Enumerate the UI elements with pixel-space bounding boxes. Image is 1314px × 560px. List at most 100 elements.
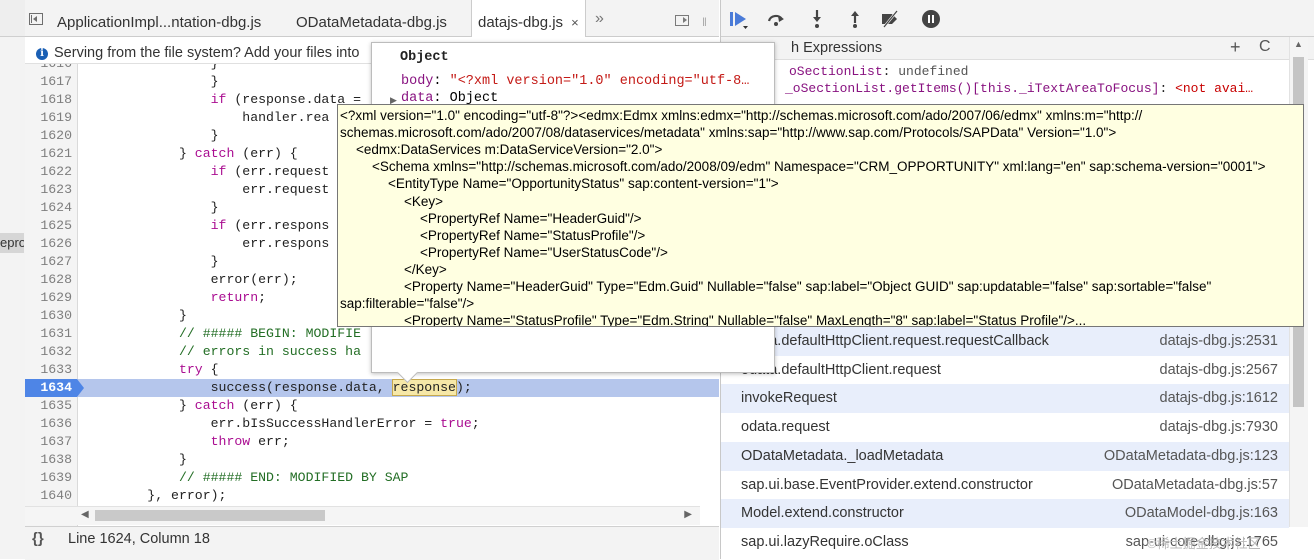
line-number[interactable]: 1625 xyxy=(25,217,72,235)
code-text: if (err.request xyxy=(210,164,330,179)
line-number[interactable]: 1636 xyxy=(25,415,72,433)
scroll-left-icon[interactable]: ◀ xyxy=(81,509,89,520)
call-frame-location[interactable]: ODataMetadata-dbg.js:57 xyxy=(1112,471,1278,500)
tooltip-xml-line: <edmx:DataServices m:DataServiceVersion=… xyxy=(356,142,663,158)
tooltip-xml-line: schemas.microsoft.com/ado/2007/08/datase… xyxy=(340,125,1117,141)
line-number[interactable]: 1616 xyxy=(25,64,72,73)
tooltip-xml-line: <?xml version="1.0" encoding="utf-8"?><e… xyxy=(340,108,1143,123)
hovered-token[interactable]: response xyxy=(391,379,457,396)
line-number[interactable]: 1618 xyxy=(25,91,72,109)
line-number[interactable]: 1639 xyxy=(25,469,72,487)
step-into-icon[interactable] xyxy=(807,9,827,29)
code-line[interactable]: 1638 } xyxy=(25,451,719,469)
scroll-up-icon[interactable]: ▲ xyxy=(1294,39,1303,49)
call-frame-location[interactable]: datajs-dbg.js:1612 xyxy=(1160,384,1279,413)
more-tabs-icon[interactable]: » xyxy=(595,10,604,28)
scroll-right-icon[interactable]: ▶ xyxy=(684,509,692,520)
refresh-icon[interactable]: C xyxy=(1259,36,1271,58)
code-text: } catch (err) { xyxy=(84,146,298,161)
call-frame-location[interactable]: datajs-dbg.js:7930 xyxy=(1160,413,1279,442)
line-number[interactable]: 1633 xyxy=(25,361,72,379)
popover-property-body[interactable]: body: "<?xml version="1.0" encoding="utf… xyxy=(401,74,749,89)
call-frame-location[interactable]: ODataMetadata-dbg.js:123 xyxy=(1104,442,1278,471)
call-frame-function: odata.defaultHttpClient.request.requestC… xyxy=(741,333,1049,349)
code-text: try { xyxy=(178,362,219,377)
call-frame[interactable]: odata.request datajs-dbg.js:7930 xyxy=(721,413,1289,442)
call-frame[interactable]: odata.defaultHttpClient.request.requestC… xyxy=(721,327,1289,356)
step-out-icon[interactable] xyxy=(845,9,865,29)
line-number[interactable]: 1627 xyxy=(25,253,72,271)
editor-horizontal-scrollbar[interactable]: ◀ ▶ xyxy=(25,506,700,525)
call-frame-location[interactable]: datajs-dbg.js:2567 xyxy=(1160,356,1279,385)
code-text: return; xyxy=(210,290,267,305)
watch-expressions-title: h Expressions xyxy=(791,40,883,56)
tooltip-xml-line: <Key> xyxy=(404,193,444,209)
current-execution-line[interactable]: 1634 success(response.data, response); xyxy=(25,379,719,397)
line-number[interactable]: 1640 xyxy=(25,487,72,505)
deactivate-breakpoints-icon[interactable] xyxy=(880,9,900,29)
code-text: throw err; xyxy=(210,434,290,449)
call-frame[interactable]: sap.ui.base.EventProvider.extend.constru… xyxy=(721,471,1289,500)
step-over-icon[interactable] xyxy=(766,9,786,29)
call-frame[interactable]: invokeRequest datajs-dbg.js:1612 xyxy=(721,384,1289,414)
line-number[interactable]: 1622 xyxy=(25,163,72,181)
code-text: } xyxy=(84,254,219,269)
tab-datajs[interactable]: datajs-dbg.js × xyxy=(471,0,586,37)
add-expression-icon[interactable]: + xyxy=(1230,36,1241,58)
line-number[interactable]: 1629 xyxy=(25,289,72,307)
tab-odatametadata[interactable]: ODataMetadata-dbg.js xyxy=(296,0,447,36)
tooltip-xml-line: <PropertyRef Name="HeaderGuid"/> xyxy=(420,210,642,226)
watch-row[interactable]: oSectionList: undefined xyxy=(721,63,1291,80)
line-number[interactable]: 1624 xyxy=(25,199,72,217)
line-number[interactable]: 1628 xyxy=(25,271,72,289)
line-number[interactable]: 1634 xyxy=(25,379,72,397)
scrollbar-thumb[interactable] xyxy=(95,510,325,521)
pause-on-exceptions-icon[interactable] xyxy=(921,9,941,29)
call-frame-location[interactable]: ODataModel-dbg.js:163 xyxy=(1125,499,1278,528)
left-panel-clipped-label[interactable]: epro xyxy=(0,233,24,253)
code-text: if (response.data = xyxy=(210,92,361,107)
line-number[interactable]: 1632 xyxy=(25,343,72,361)
toggle-navigator-icon[interactable] xyxy=(29,13,43,25)
line-number[interactable]: 1626 xyxy=(25,235,72,253)
pretty-print-icon[interactable]: {} xyxy=(32,527,44,551)
code-text: } xyxy=(84,308,187,323)
watch-row[interactable]: _oSectionList.getItems()[this._iTextArea… xyxy=(721,80,1291,97)
editor-tab-bar: ApplicationImpl...ntation-dbg.js ODataMe… xyxy=(25,0,719,37)
call-frame-function: sap.ui.base.EventProvider.extend.constru… xyxy=(741,476,1033,493)
infobar-text: Serving from the file system? Add your f… xyxy=(54,45,360,61)
line-number[interactable]: 1635 xyxy=(25,397,72,415)
call-frame-function: ODataMetadata._loadMetadata xyxy=(741,447,944,464)
line-number[interactable]: 1623 xyxy=(25,181,72,199)
call-frame-function: odata.request xyxy=(741,419,830,436)
call-frame[interactable]: ODataMetadata._loadMetadata ODataMetadata… xyxy=(721,441,1289,471)
popover-title: Object xyxy=(400,50,449,65)
line-number[interactable]: 1620 xyxy=(25,127,72,145)
code-text: // ##### END: MODIFIED BY SAP xyxy=(178,470,409,485)
code-line[interactable]: 1639 // ##### END: MODIFIED BY SAP xyxy=(25,469,719,487)
watch-expressions-header[interactable]: h Expressions + C xyxy=(721,37,1314,60)
code-text: success(response.data, response); xyxy=(84,379,472,396)
line-number[interactable]: 1638 xyxy=(25,451,72,469)
line-number[interactable]: 1637 xyxy=(25,433,72,451)
cursor-position: Line 1624, Column 18 xyxy=(68,531,210,547)
code-line[interactable]: 1640 }, error); xyxy=(25,487,719,505)
line-number[interactable]: 1630 xyxy=(25,307,72,325)
watermark-text: ©稀土掘金技术社区 xyxy=(1147,536,1261,551)
resume-icon[interactable] xyxy=(729,9,749,29)
code-line[interactable]: 1635 } catch (err) { xyxy=(25,397,719,415)
tab-applicationimpl[interactable]: ApplicationImpl...ntation-dbg.js xyxy=(57,0,261,36)
call-frame-location[interactable]: datajs-dbg.js:2531 xyxy=(1160,327,1279,356)
line-number[interactable]: 1619 xyxy=(25,109,72,127)
call-frame[interactable]: odata.defaultHttpClient.request datajs-db… xyxy=(721,356,1289,385)
line-number[interactable]: 1621 xyxy=(25,145,72,163)
tooltip-xml-line: <EntityType Name="OpportunityStatus" sap… xyxy=(388,176,779,192)
tooltip-xml-line: <Property Name="StatusProfile" Type="Edm… xyxy=(404,313,1087,327)
line-number[interactable]: 1631 xyxy=(25,325,72,343)
call-frame[interactable]: Model.extend.constructor ODataModel-dbg.j… xyxy=(721,499,1289,529)
toggle-debugger-icon[interactable] xyxy=(675,15,689,26)
line-number[interactable]: 1617 xyxy=(25,73,72,91)
code-line[interactable]: 1637 throw err; xyxy=(25,433,719,451)
code-line[interactable]: 1636 err.bIsSuccessHandlerError = true; xyxy=(25,415,719,433)
close-tab-icon[interactable]: × xyxy=(571,15,579,30)
